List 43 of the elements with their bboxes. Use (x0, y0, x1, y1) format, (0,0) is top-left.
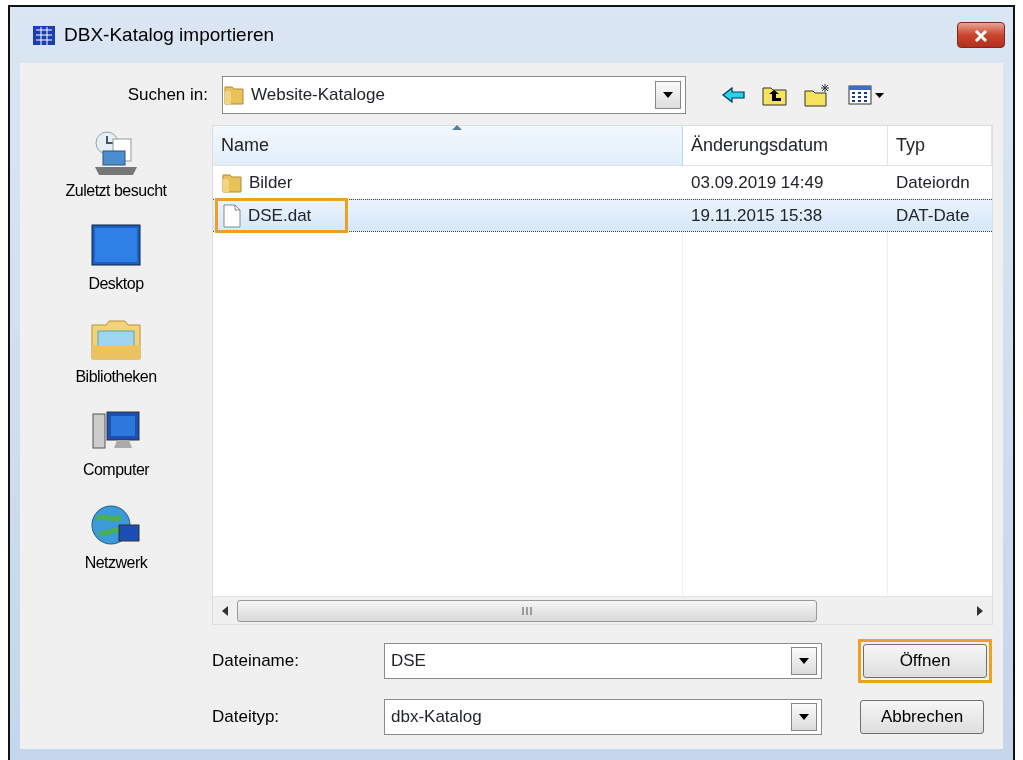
file-name: DSE.dat (248, 204, 312, 227)
file-type: Dateiordn (895, 171, 971, 194)
scrollbar-thumb[interactable] (237, 599, 817, 622)
grip-icon (521, 605, 533, 616)
back-arrow-icon[interactable] (722, 86, 746, 104)
dropdown-arrow-icon (798, 657, 810, 665)
folder-icon (223, 83, 245, 107)
dropdown-arrow-icon (798, 713, 810, 721)
up-folder-icon[interactable] (762, 84, 788, 106)
field-label: Dateiname: (212, 650, 300, 673)
field-label: Dateityp: (212, 706, 281, 729)
file-date: 03.09.2019 14:49 (690, 171, 825, 194)
scroll-right-icon (977, 606, 983, 617)
window-title: DBX-Katalog importieren (64, 22, 275, 47)
file-date: 19.11.2015 15:38 (690, 204, 824, 227)
close-button[interactable] (957, 22, 1005, 48)
dialog-button[interactable]: Abbrechen (860, 700, 984, 734)
file-row[interactable]: Bilder 03.09.2019 14:49 Dateiordn (213, 166, 992, 199)
field-label: Suchen in: (126, 84, 209, 107)
column-header[interactable]: Name (213, 126, 683, 166)
dropdown-arrow-icon (662, 91, 674, 99)
dialog-button[interactable]: Öffnen (863, 644, 987, 678)
sidebar-place[interactable]: Desktop (88, 222, 144, 305)
view-menu-icon[interactable] (848, 84, 886, 106)
filetype-dropdown[interactable]: dbx-Katalog (384, 699, 822, 735)
sidebar-place[interactable]: Computer (82, 408, 150, 491)
sidebar-place[interactable]: Zuletzt besucht (65, 129, 167, 212)
file-type: DAT-Date (895, 204, 971, 227)
sidebar-place[interactable]: Netzwerk (84, 501, 148, 584)
filename-combobox[interactable]: DSE (384, 643, 822, 679)
location-dropdown[interactable]: Website-Kataloge (222, 76, 686, 114)
file-name: Bilder (249, 171, 293, 194)
column-header[interactable]: Typ (888, 126, 992, 166)
column-header[interactable]: Änderungsdatum (683, 126, 888, 166)
document-icon (222, 203, 242, 228)
new-folder-icon[interactable] (804, 83, 832, 107)
scroll-left-icon (222, 606, 228, 617)
app-icon (32, 24, 56, 46)
close-icon (974, 29, 988, 42)
file-row[interactable]: DSE.dat 19.11.2015 15:38 DAT-Date (213, 199, 992, 232)
sidebar-place[interactable]: Bibliotheken (75, 315, 157, 398)
horizontal-scrollbar[interactable] (213, 596, 992, 624)
sort-arrow-icon (451, 124, 463, 131)
